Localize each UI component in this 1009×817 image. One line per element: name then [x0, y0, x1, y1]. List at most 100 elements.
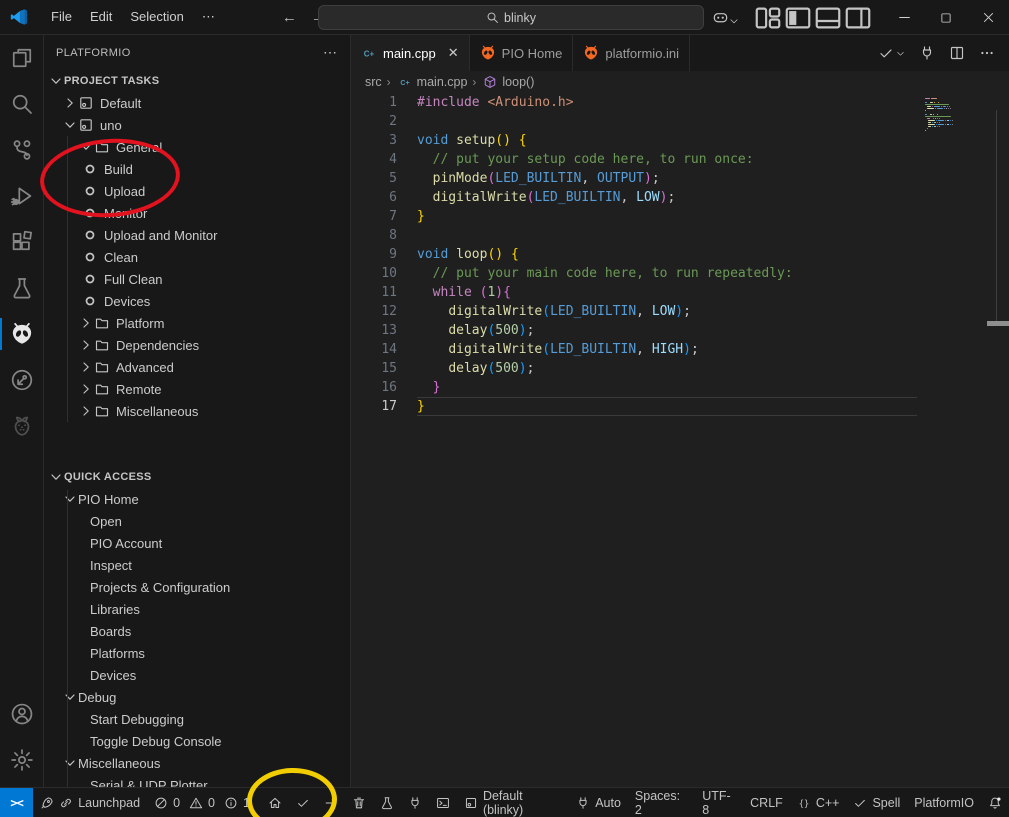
- customize-layout-icon[interactable]: [753, 4, 783, 32]
- tree-item-devices[interactable]: Devices: [44, 664, 350, 686]
- tree-item-devices[interactable]: Devices: [44, 290, 350, 312]
- tree-item-open[interactable]: Open: [44, 510, 350, 532]
- sidebar-more-actions-icon[interactable]: ⋯: [323, 44, 338, 61]
- status-new-terminal[interactable]: [429, 788, 457, 817]
- copilot-chevron-icon[interactable]: [729, 13, 739, 23]
- status-pio-clean[interactable]: [345, 788, 373, 817]
- tree-item-general[interactable]: General: [44, 136, 350, 158]
- status-project-environment[interactable]: Default (blinky): [457, 788, 569, 817]
- terminal-icon: [436, 796, 450, 810]
- serial-monitor-plug-icon[interactable]: [919, 45, 935, 61]
- tree-item-platforms[interactable]: Platforms: [44, 642, 350, 664]
- status-platformio-status[interactable]: PlatformIO: [907, 788, 981, 817]
- command-center-search[interactable]: blinky: [318, 5, 704, 30]
- tree-item-label: Platform: [116, 316, 164, 331]
- tree-item-toggle-debug-console[interactable]: Toggle Debug Console: [44, 730, 350, 752]
- breadcrumb-item[interactable]: main.cpp: [417, 75, 468, 89]
- tree-item-miscellaneous[interactable]: Miscellaneous: [44, 400, 350, 422]
- tab-pio-home[interactable]: PIO Home: [470, 35, 574, 71]
- toggle-secondary-sidebar-icon[interactable]: [843, 4, 873, 32]
- toggle-panel-icon[interactable]: [813, 4, 843, 32]
- status-end-of-line[interactable]: CRLF: [743, 788, 790, 817]
- status-indentation[interactable]: Spaces: 2: [628, 788, 695, 817]
- run-build-button[interactable]: [878, 45, 905, 61]
- close-button[interactable]: [967, 0, 1009, 35]
- activity-testing[interactable]: [0, 265, 44, 311]
- tree-item-platform[interactable]: Platform: [44, 312, 350, 334]
- tree-item-remote[interactable]: Remote: [44, 378, 350, 400]
- status-notifications[interactable]: [981, 788, 1009, 817]
- tree-item-boards[interactable]: Boards: [44, 620, 350, 642]
- tree-item-serial-udp-plotter[interactable]: Serial & UDP Plotter: [44, 774, 350, 787]
- activity-remote-explorer[interactable]: [0, 357, 44, 403]
- code-token: [448, 133, 456, 148]
- tree-item-start-debugging[interactable]: Start Debugging: [44, 708, 350, 730]
- status-encoding[interactable]: UTF-8: [695, 788, 743, 817]
- tree-item-debug[interactable]: Debug: [44, 686, 350, 708]
- minimize-button[interactable]: [883, 0, 925, 35]
- activity-platformio[interactable]: [0, 311, 44, 357]
- tree-item-dependencies[interactable]: Dependencies: [44, 334, 350, 356]
- status-serial-port[interactable]: Auto: [569, 788, 628, 817]
- activity-source-control[interactable]: [0, 127, 44, 173]
- code-token: (): [487, 247, 503, 262]
- tree-item-libraries[interactable]: Libraries: [44, 598, 350, 620]
- status-remote-window[interactable]: ><: [0, 788, 33, 817]
- tree-item-inspect[interactable]: Inspect: [44, 554, 350, 576]
- status-pio-build[interactable]: [289, 788, 317, 817]
- status-launchpad[interactable]: Launchpad: [33, 788, 147, 817]
- tree-item-pio-home[interactable]: PIO Home: [44, 488, 350, 510]
- tree-item-miscellaneous[interactable]: Miscellaneous: [44, 752, 350, 774]
- tree-item-pio-account[interactable]: PIO Account: [44, 532, 350, 554]
- close-tab-icon[interactable]: ✕: [448, 45, 459, 61]
- activity-manage[interactable]: [0, 737, 44, 783]
- code-token: [503, 247, 511, 262]
- menu-selection[interactable]: Selection: [121, 5, 192, 29]
- activity-run-and-debug[interactable]: [0, 173, 44, 219]
- more-actions-icon[interactable]: [979, 45, 995, 61]
- status-spell-checker[interactable]: Spell: [846, 788, 907, 817]
- activity-accounts[interactable]: [0, 691, 44, 737]
- tree-item-upload[interactable]: Upload: [44, 180, 350, 202]
- breadcrumb-item[interactable]: loop(): [502, 75, 534, 89]
- activity-extensions[interactable]: [0, 219, 44, 265]
- tree-item-default[interactable]: Default: [44, 92, 350, 114]
- status-serial-monitor[interactable]: [401, 788, 429, 817]
- activity-raspberry-pi[interactable]: [0, 403, 44, 449]
- gear-icon: [10, 748, 34, 772]
- menu-file[interactable]: File: [42, 5, 81, 29]
- toggle-primary-sidebar-icon[interactable]: [783, 4, 813, 32]
- split-editor-icon[interactable]: [949, 45, 965, 61]
- breadcrumb-item[interactable]: src: [365, 75, 382, 89]
- code-editor[interactable]: 1#include <Arduino.h>23void setup() {4 /…: [351, 93, 1009, 787]
- activity-search[interactable]: [0, 81, 44, 127]
- status-problems[interactable]: 001: [147, 788, 261, 817]
- tree-item-monitor[interactable]: Monitor: [44, 202, 350, 224]
- menu-edit[interactable]: Edit: [81, 5, 121, 29]
- menu-[interactable]: ⋯: [193, 5, 224, 29]
- tree-item-advanced[interactable]: Advanced: [44, 356, 350, 378]
- section-header-quick-access[interactable]: QUICK ACCESS: [44, 466, 350, 488]
- section-header-project-tasks[interactable]: PROJECT TASKS: [44, 70, 350, 92]
- code-token: }: [417, 399, 425, 414]
- status-pio-upload[interactable]: [317, 788, 345, 817]
- tree-item-upload-and-monitor[interactable]: Upload and Monitor: [44, 224, 350, 246]
- tab-main-cpp[interactable]: C+main.cpp✕: [351, 35, 470, 71]
- tree-item-full-clean[interactable]: Full Clean: [44, 268, 350, 290]
- status-pio-home[interactable]: [261, 788, 289, 817]
- tree-item-build[interactable]: Build: [44, 158, 350, 180]
- minimap-segment: [939, 126, 940, 127]
- status-language-mode[interactable]: {}C++: [790, 788, 847, 817]
- home-icon: [268, 796, 282, 810]
- minimap[interactable]: [925, 98, 975, 132]
- nav-back-icon[interactable]: ←: [282, 9, 297, 26]
- tree-item-clean[interactable]: Clean: [44, 246, 350, 268]
- tree-item-uno[interactable]: uno: [44, 114, 350, 136]
- tab-platformio-ini[interactable]: platformio.ini: [573, 35, 690, 71]
- maximize-button[interactable]: [925, 0, 967, 35]
- status-pio-test[interactable]: [373, 788, 401, 817]
- chevron-right-icon: [78, 359, 94, 375]
- activity-explorer[interactable]: [0, 35, 44, 81]
- tree-item-projects-configuration[interactable]: Projects & Configuration: [44, 576, 350, 598]
- scrollbar-handle[interactable]: [987, 321, 1009, 326]
